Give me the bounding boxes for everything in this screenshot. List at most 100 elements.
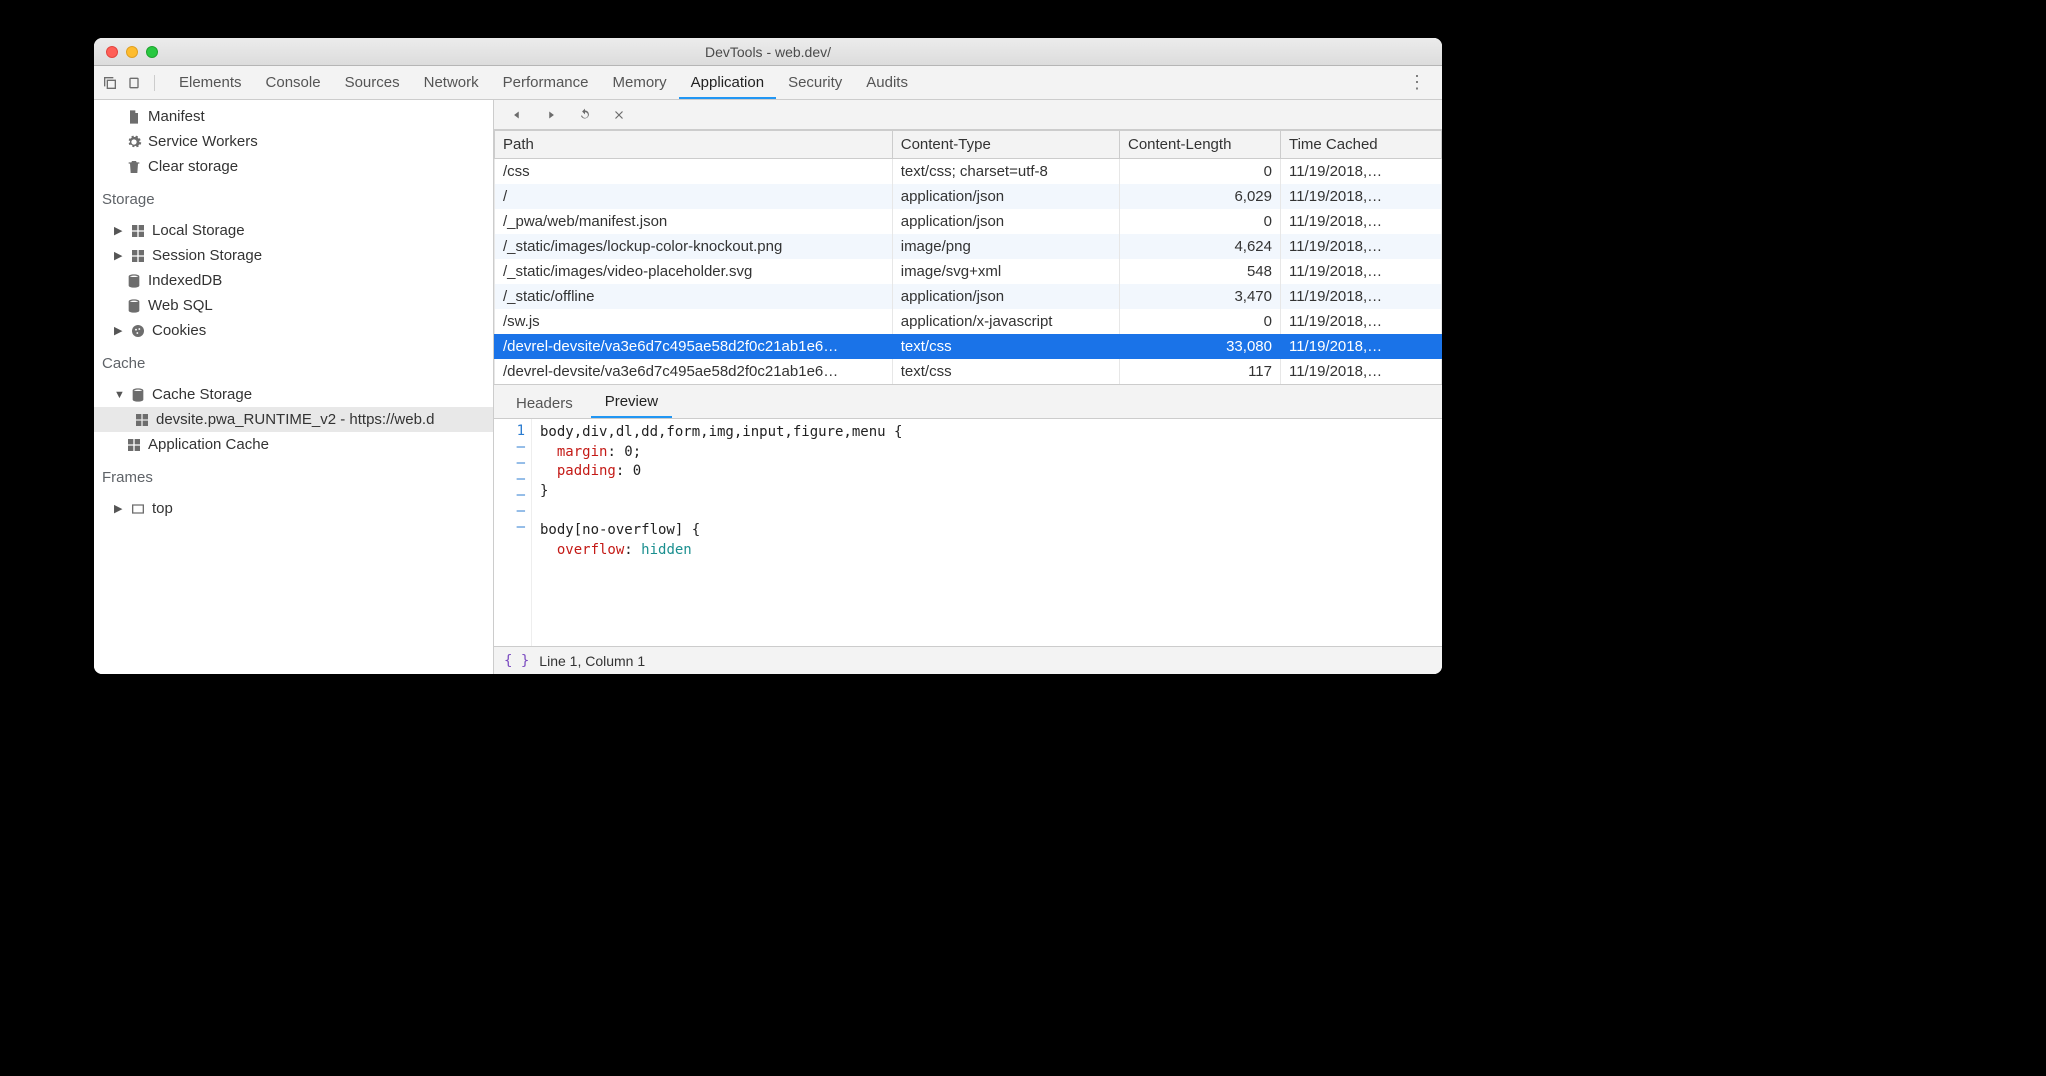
cell-type: text/css; charset=utf-8 xyxy=(892,159,1119,185)
sidebar-item-service-workers[interactable]: Service Workers xyxy=(94,129,493,154)
sidebar-item-label: Application Cache xyxy=(148,436,269,453)
grid-icon xyxy=(126,437,142,453)
tab-elements[interactable]: Elements xyxy=(167,68,254,99)
sidebar-item-cache-storage[interactable]: ▼Cache Storage xyxy=(94,382,493,407)
cell-path: /devrel-devsite/va3e6d7c495ae58d2f0c21ab… xyxy=(495,334,893,359)
cell-length: 6,029 xyxy=(1120,184,1281,209)
code-prop: overflow xyxy=(557,542,624,558)
cell-length: 548 xyxy=(1120,259,1281,284)
tab-security[interactable]: Security xyxy=(776,68,854,99)
col-content-type[interactable]: Content-Type xyxy=(892,131,1119,159)
sidebar-item-manifest[interactable]: Manifest xyxy=(94,104,493,129)
cache-detail: PathContent-TypeContent-LengthTime Cache… xyxy=(494,100,1442,674)
table-row[interactable]: /_static/images/lockup-color-knockout.pn… xyxy=(495,234,1442,259)
col-time-cached[interactable]: Time Cached xyxy=(1280,131,1441,159)
cell-length: 4,624 xyxy=(1120,234,1281,259)
device-icon[interactable] xyxy=(126,75,142,91)
cell-path: /_static/offline xyxy=(495,284,893,309)
code-view[interactable]: body,div,dl,dd,form,img,input,figure,men… xyxy=(532,419,910,646)
code-line: body[no-overflow] { xyxy=(540,522,700,538)
sidebar-item-local-storage[interactable]: ▶Local Storage xyxy=(94,218,493,243)
zoom-icon[interactable] xyxy=(146,46,158,58)
sidebar-item-label: top xyxy=(152,500,173,517)
cell-time: 11/19/2018,… xyxy=(1280,234,1441,259)
code-line: body,div,dl,dd,form,img,input,figure,men… xyxy=(540,424,902,440)
tab-audits[interactable]: Audits xyxy=(854,68,920,99)
sidebar-item-label: Manifest xyxy=(148,108,205,125)
tab-console[interactable]: Console xyxy=(254,68,333,99)
cell-time: 11/19/2018,… xyxy=(1280,159,1441,185)
col-content-length[interactable]: Content-Length xyxy=(1120,131,1281,159)
statusbar: { } Line 1, Column 1 xyxy=(494,646,1442,674)
chevron-right-icon: ▶ xyxy=(114,224,124,237)
table-row[interactable]: /sw.jsapplication/x-javascript011/19/201… xyxy=(495,309,1442,334)
application-sidebar: Manifest Service WorkersClear storage Sto… xyxy=(94,100,494,674)
table-row[interactable]: /devrel-devsite/va3e6d7c495ae58d2f0c21ab… xyxy=(495,359,1442,384)
db-icon xyxy=(126,273,142,289)
sidebar-item-indexeddb[interactable]: IndexedDB xyxy=(94,268,493,293)
cell-time: 11/19/2018,… xyxy=(1280,184,1441,209)
tab-preview[interactable]: Preview xyxy=(591,387,672,418)
db-icon xyxy=(130,387,146,403)
cell-type: image/svg+xml xyxy=(892,259,1119,284)
chevron-down-icon: ▼ xyxy=(114,389,124,401)
cell-time: 11/19/2018,… xyxy=(1280,309,1441,334)
table-row[interactable]: /application/json6,02911/19/2018,… xyxy=(495,184,1442,209)
tab-memory[interactable]: Memory xyxy=(601,68,679,99)
inspect-icon[interactable] xyxy=(102,75,118,91)
cursor-position: Line 1, Column 1 xyxy=(539,653,645,669)
tab-network[interactable]: Network xyxy=(412,68,491,99)
cell-length: 0 xyxy=(1120,309,1281,334)
sidebar-item-label: devsite.pwa_RUNTIME_v2 - https://web.d xyxy=(156,411,434,428)
col-path[interactable]: Path xyxy=(495,131,893,159)
minimize-icon[interactable] xyxy=(126,46,138,58)
tab-performance[interactable]: Performance xyxy=(491,68,601,99)
cell-length: 117 xyxy=(1120,359,1281,384)
cell-type: application/json xyxy=(892,209,1119,234)
table-row[interactable]: /csstext/css; charset=utf-8011/19/2018,… xyxy=(495,159,1442,185)
table-row[interactable]: /devrel-devsite/va3e6d7c495ae58d2f0c21ab… xyxy=(495,334,1442,359)
sidebar-item-web-sql[interactable]: Web SQL xyxy=(94,293,493,318)
cache-toolbar xyxy=(494,100,1442,130)
panel-tabs: ElementsConsoleSourcesNetworkPerformance… xyxy=(94,66,1442,100)
sidebar-item-top[interactable]: ▶top xyxy=(94,496,493,521)
sidebar-item-devsite-pwa-runtime-v2-https-w[interactable]: devsite.pwa_RUNTIME_v2 - https://web.d xyxy=(94,407,493,432)
cell-path: /_static/images/video-placeholder.svg xyxy=(495,259,893,284)
refresh-icon[interactable] xyxy=(578,108,592,122)
cell-path: /_static/images/lockup-color-knockout.pn… xyxy=(495,234,893,259)
table-row[interactable]: /_pwa/web/manifest.jsonapplication/json0… xyxy=(495,209,1442,234)
sidebar-item-label: Session Storage xyxy=(152,247,262,264)
more-icon[interactable]: ⋮ xyxy=(1400,72,1434,93)
cell-time: 11/19/2018,… xyxy=(1280,259,1441,284)
cell-type: image/png xyxy=(892,234,1119,259)
cell-type: application/json xyxy=(892,284,1119,309)
cell-type: application/json xyxy=(892,184,1119,209)
table-row[interactable]: /_static/offlineapplication/json3,47011/… xyxy=(495,284,1442,309)
table-row[interactable]: /_static/images/video-placeholder.svgima… xyxy=(495,259,1442,284)
cell-path: / xyxy=(495,184,893,209)
braces-icon[interactable]: { } xyxy=(504,653,529,669)
next-icon[interactable] xyxy=(544,108,558,122)
prev-icon[interactable] xyxy=(510,108,524,122)
chevron-right-icon: ▶ xyxy=(114,249,124,262)
tab-headers[interactable]: Headers xyxy=(502,389,587,418)
delete-icon[interactable] xyxy=(612,108,626,122)
sidebar-item-cookies[interactable]: ▶Cookies xyxy=(94,318,493,343)
code-prop: padding xyxy=(557,463,616,479)
preview-pane: 1–––––– body,div,dl,dd,form,img,input,fi… xyxy=(494,419,1442,646)
trash-icon xyxy=(126,159,142,175)
cell-length: 33,080 xyxy=(1120,334,1281,359)
sidebar-item-label: Cookies xyxy=(152,322,206,339)
file-icon xyxy=(126,109,142,125)
sidebar-item-clear-storage[interactable]: Clear storage xyxy=(94,154,493,179)
sidebar-item-label: IndexedDB xyxy=(148,272,222,289)
sidebar-item-application-cache[interactable]: Application Cache xyxy=(94,432,493,457)
storage-header: Storage xyxy=(94,183,493,214)
close-icon[interactable] xyxy=(106,46,118,58)
grid-icon xyxy=(130,223,146,239)
cell-type: text/css xyxy=(892,334,1119,359)
sidebar-item-session-storage[interactable]: ▶ Session Storage xyxy=(94,243,493,268)
grid-icon xyxy=(130,248,146,264)
tab-sources[interactable]: Sources xyxy=(333,68,412,99)
tab-application[interactable]: Application xyxy=(679,68,776,99)
